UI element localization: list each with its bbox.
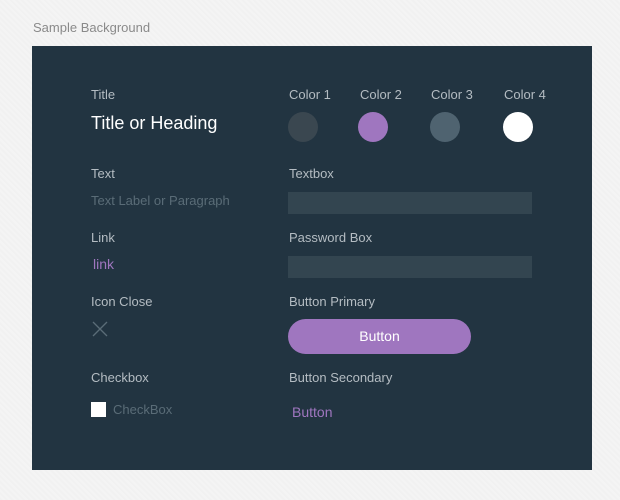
- checkbox[interactable]: [91, 402, 106, 417]
- sample-link[interactable]: link: [93, 256, 114, 272]
- password-input[interactable]: [288, 256, 532, 278]
- button-primary-label: Button Primary: [289, 294, 375, 309]
- swatch-label-1: Color 1: [289, 87, 331, 102]
- title-label: Title: [91, 87, 116, 102]
- color-swatch-4: [503, 112, 533, 142]
- link-label: Link: [91, 230, 115, 245]
- checkbox-section-label: Checkbox: [91, 370, 149, 385]
- color-swatch-1: [288, 112, 318, 142]
- textbox-input[interactable]: [288, 192, 532, 214]
- swatch-label-2: Color 2: [360, 87, 402, 102]
- swatch-label-4: Color 4: [504, 87, 546, 102]
- checkbox-text: CheckBox: [113, 402, 173, 417]
- swatch-label-3: Color 3: [431, 87, 473, 102]
- textbox-label: Textbox: [289, 166, 334, 181]
- title-heading: Title or Heading: [91, 113, 218, 133]
- color-swatch-3: [430, 112, 460, 142]
- text-label: Text: [91, 166, 115, 181]
- button-secondary-label: Button Secondary: [289, 370, 393, 385]
- secondary-button[interactable]: Button: [292, 404, 332, 420]
- sample-background-label: Sample Background: [33, 20, 151, 35]
- text-paragraph: Text Label or Paragraph: [91, 193, 230, 208]
- icon-close-label: Icon Close: [91, 294, 153, 309]
- style-guide-panel: Title Title or Heading Color 1 Color 2 C…: [32, 46, 592, 470]
- primary-button[interactable]: Button: [288, 319, 471, 354]
- close-icon[interactable]: [92, 321, 108, 337]
- color-swatch-2: [358, 112, 388, 142]
- password-label: Password Box: [289, 230, 373, 245]
